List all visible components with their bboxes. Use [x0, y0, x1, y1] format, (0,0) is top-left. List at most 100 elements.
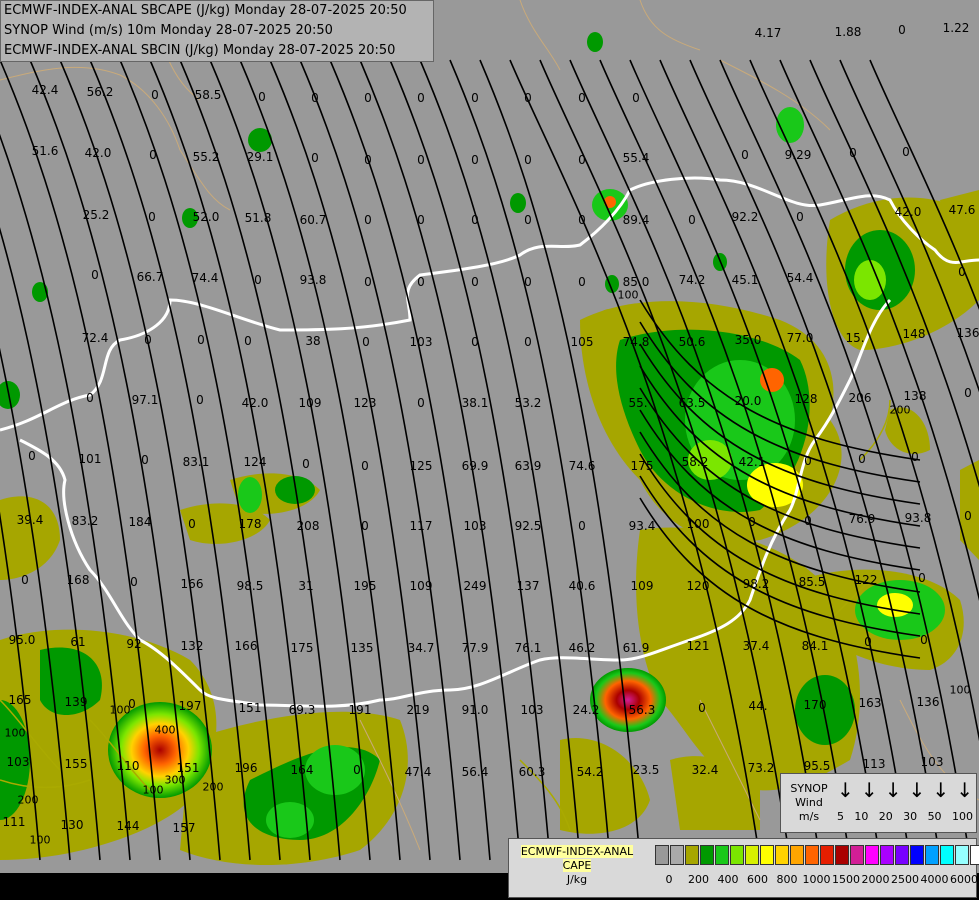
contour-label: 100	[109, 703, 131, 717]
cape-tick-label: 6000	[950, 873, 978, 886]
cape-value-label: 98.2	[742, 577, 770, 591]
cape-value-label: 61	[70, 635, 86, 649]
cape-value-label: 136	[956, 326, 979, 340]
cape-value-label: 125	[409, 459, 433, 473]
cape-color-swatch	[760, 845, 774, 865]
cape-value-label: 151	[238, 701, 262, 715]
cape-value-label: 0	[524, 335, 532, 349]
cape-value-label: 178	[238, 517, 262, 531]
wind-arrow-icon: ↓	[884, 778, 902, 802]
cape-value-label: 144	[116, 819, 140, 833]
cape-value-label: 54.4	[786, 271, 814, 285]
cape-value-label: 60.7	[299, 213, 327, 227]
cape-value-label: 0	[188, 517, 196, 531]
cape-value-label: 40.6	[568, 579, 596, 593]
cape-value-label: 0	[364, 213, 372, 227]
cape-value-label: 195	[353, 579, 377, 593]
cape-value-label: 76.1	[514, 641, 542, 655]
cape-value-label: 0	[353, 763, 361, 777]
wind-arrow-icon: ↓	[956, 778, 973, 802]
cape-value-label: 97.1	[131, 393, 159, 407]
title-line-wind: SYNOP Wind (m/s) 10m Monday 28-07-2025 2…	[4, 23, 333, 38]
wind-speed-label: 10	[854, 810, 869, 823]
cape-value-label: 92.5	[514, 519, 542, 533]
cape-tick-label: 2000	[861, 873, 890, 886]
contour-label: 100	[29, 833, 51, 847]
cape-value-label: 32.4	[691, 763, 719, 777]
cape-value-label: 44.	[748, 699, 768, 713]
cape-value-label: 103	[6, 755, 30, 769]
wind-speed-label: 5	[837, 810, 844, 823]
cape-value-label: 0	[918, 571, 926, 585]
cape-value-label: 0	[902, 145, 910, 159]
cape-value-label: 130	[60, 818, 84, 832]
cape-value-label: 52.0	[192, 210, 220, 224]
cape-value-label: 100	[686, 517, 710, 531]
cape-value-label: 31	[298, 579, 314, 593]
cape-value-label: 0	[91, 268, 99, 282]
cape-value-label: 69.9	[461, 459, 489, 473]
cape-value-label: 92.2	[731, 210, 759, 224]
cape-value-label: 84.1	[801, 639, 829, 653]
cape-value-label: 20.0	[734, 394, 762, 408]
contour-label: 400	[154, 723, 176, 737]
cape-value-label: 166	[234, 639, 258, 653]
cape-value-label: 50.6	[678, 335, 706, 349]
cape-legend: ECMWF-INDEX-ANAL CAPE J/kg 0 200 400 600 800…	[508, 838, 979, 898]
cape-value-label: 135	[350, 641, 374, 655]
contour-label: 100	[142, 783, 164, 797]
wind-arrow-icon: ↓	[860, 778, 878, 802]
cape-value-label: 56.4	[461, 765, 489, 779]
cape-tick-label: 600	[747, 873, 768, 886]
cape-tick-label: 200	[688, 873, 709, 886]
cape-value-label: 69.3	[288, 703, 316, 717]
cape-value-label: 0	[471, 91, 479, 105]
cape-value-label: 98.5	[236, 579, 264, 593]
wind-speed-label: 50	[927, 810, 942, 823]
cape-value-label: 0	[364, 153, 372, 167]
cape-value-label: 0	[964, 509, 972, 523]
cape-value-label: 109	[409, 579, 433, 593]
cape-value-label: 0	[254, 273, 262, 287]
cape-color-swatch	[790, 845, 804, 865]
cape-legend-line1: ECMWF-INDEX-ANAL	[520, 845, 634, 858]
cape-value-label: 206	[848, 391, 872, 405]
cape-color-swatch	[925, 845, 939, 865]
cape-value-label: 110	[116, 759, 140, 773]
cape-value-label: 73.2	[747, 761, 775, 775]
cape-value-label: 136	[916, 695, 940, 709]
cape-tick-label: 400	[717, 873, 739, 886]
cape-value-label: 35.0	[734, 333, 762, 347]
cape-value-label: 0	[417, 275, 425, 289]
cape-value-label: 197	[178, 699, 202, 713]
cape-color-swatch	[670, 845, 684, 865]
cape-value-label: 0	[471, 275, 479, 289]
cape-value-label: 175	[290, 641, 314, 655]
cape-value-label: 0	[130, 575, 138, 589]
cape-value-label: 0	[364, 91, 372, 105]
cape-value-label: 0	[417, 213, 425, 227]
cape-value-label: 0	[632, 91, 640, 105]
contour-label: 200	[17, 793, 39, 807]
cape-value-label: 196	[234, 761, 258, 775]
cape-value-label: 0	[149, 148, 157, 162]
cape-value-label: 38	[305, 334, 321, 348]
title-line-cape: ECMWF-INDEX-ANAL SBCAPE (J/kg) Monday 28…	[4, 3, 407, 18]
cape-value-label: 0	[417, 91, 425, 105]
cape-value-label: 0	[148, 210, 156, 224]
cape-value-label: 85.0	[622, 275, 650, 289]
cape-value-label: 55.	[628, 396, 648, 410]
cape-value-label: 93.8	[299, 273, 327, 287]
cape-value-label: 47.6	[948, 203, 976, 217]
cape-value-label: 0	[578, 153, 586, 167]
cape-value-label: 109	[298, 396, 322, 410]
cape-value-label: 0	[361, 459, 369, 473]
cape-value-label: 155	[64, 757, 88, 771]
cape-value-label: 77.9	[461, 641, 489, 655]
cape-value-label: 166	[180, 577, 204, 591]
cape-value-label: 72.4	[81, 331, 109, 345]
cape-value-label: 0	[748, 515, 756, 529]
cape-value-label: 0	[958, 265, 966, 279]
cape-scale-ticks: 0 200 400 600 800 1000 1500 2000 2500 4000 6000	[655, 873, 979, 887]
cape-value-label: 63.5	[678, 396, 706, 410]
